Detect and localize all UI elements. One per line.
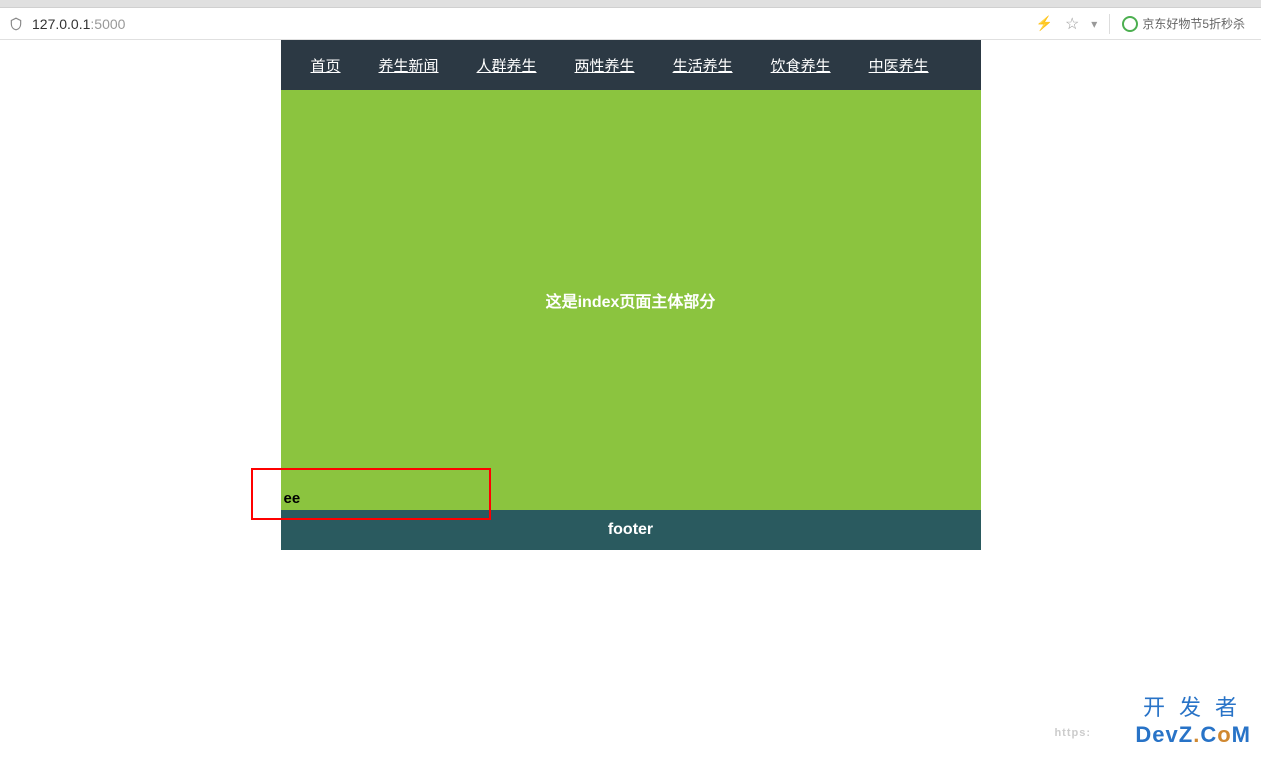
nav-bar: 首页 养生新闻 人群养生 两性养生 生活养生 饮食养生 中医养生: [281, 40, 981, 90]
url-input[interactable]: 127.0.0.1:5000: [32, 16, 1028, 32]
promo-circle-icon: [1122, 16, 1138, 32]
shield-icon: [8, 16, 24, 32]
promo-text: 京东好物节5折秒杀: [1142, 15, 1245, 32]
watermark-https: https:: [1054, 727, 1091, 740]
divider: [1109, 14, 1110, 34]
browser-toolbar-right: ⚡ ☆ ▾ 京东好物节5折秒杀: [1028, 14, 1254, 34]
nav-item-home[interactable]: 首页: [311, 55, 341, 76]
main-content: 这是index页面主体部分 ee: [281, 90, 981, 510]
lightning-icon[interactable]: ⚡: [1036, 15, 1053, 32]
dropdown-icon[interactable]: ▾: [1091, 17, 1097, 31]
main-body-text: 这是index页面主体部分: [546, 288, 716, 312]
nav-item-diet[interactable]: 饮食养生: [771, 55, 831, 76]
footer-bar: footer: [281, 510, 981, 550]
watermark: 开发者 https: DevZ.CoM: [1135, 695, 1251, 748]
nav-item-people[interactable]: 人群养生: [477, 55, 537, 76]
nav-item-tcm[interactable]: 中医养生: [869, 55, 929, 76]
footer-text: footer: [608, 521, 653, 539]
url-port: :5000: [90, 16, 125, 32]
nav-item-gender[interactable]: 两性养生: [575, 55, 635, 76]
url-host: 127.0.0.1: [32, 16, 90, 32]
page-container: 首页 养生新闻 人群养生 两性养生 生活养生 饮食养生 中医养生 这是index…: [281, 40, 981, 550]
browser-top-strip: [0, 0, 1261, 8]
nav-item-life[interactable]: 生活养生: [673, 55, 733, 76]
address-bar: 127.0.0.1:5000 ⚡ ☆ ▾ 京东好物节5折秒杀: [0, 8, 1261, 40]
bookmark-star-icon[interactable]: ☆: [1065, 14, 1079, 34]
promo-section[interactable]: 京东好物节5折秒杀: [1122, 15, 1245, 32]
watermark-line1: 开发者: [1135, 695, 1251, 721]
ee-text: ee: [284, 490, 301, 507]
nav-item-news[interactable]: 养生新闻: [379, 55, 439, 76]
watermark-line2: https: DevZ.CoM: [1135, 722, 1251, 748]
